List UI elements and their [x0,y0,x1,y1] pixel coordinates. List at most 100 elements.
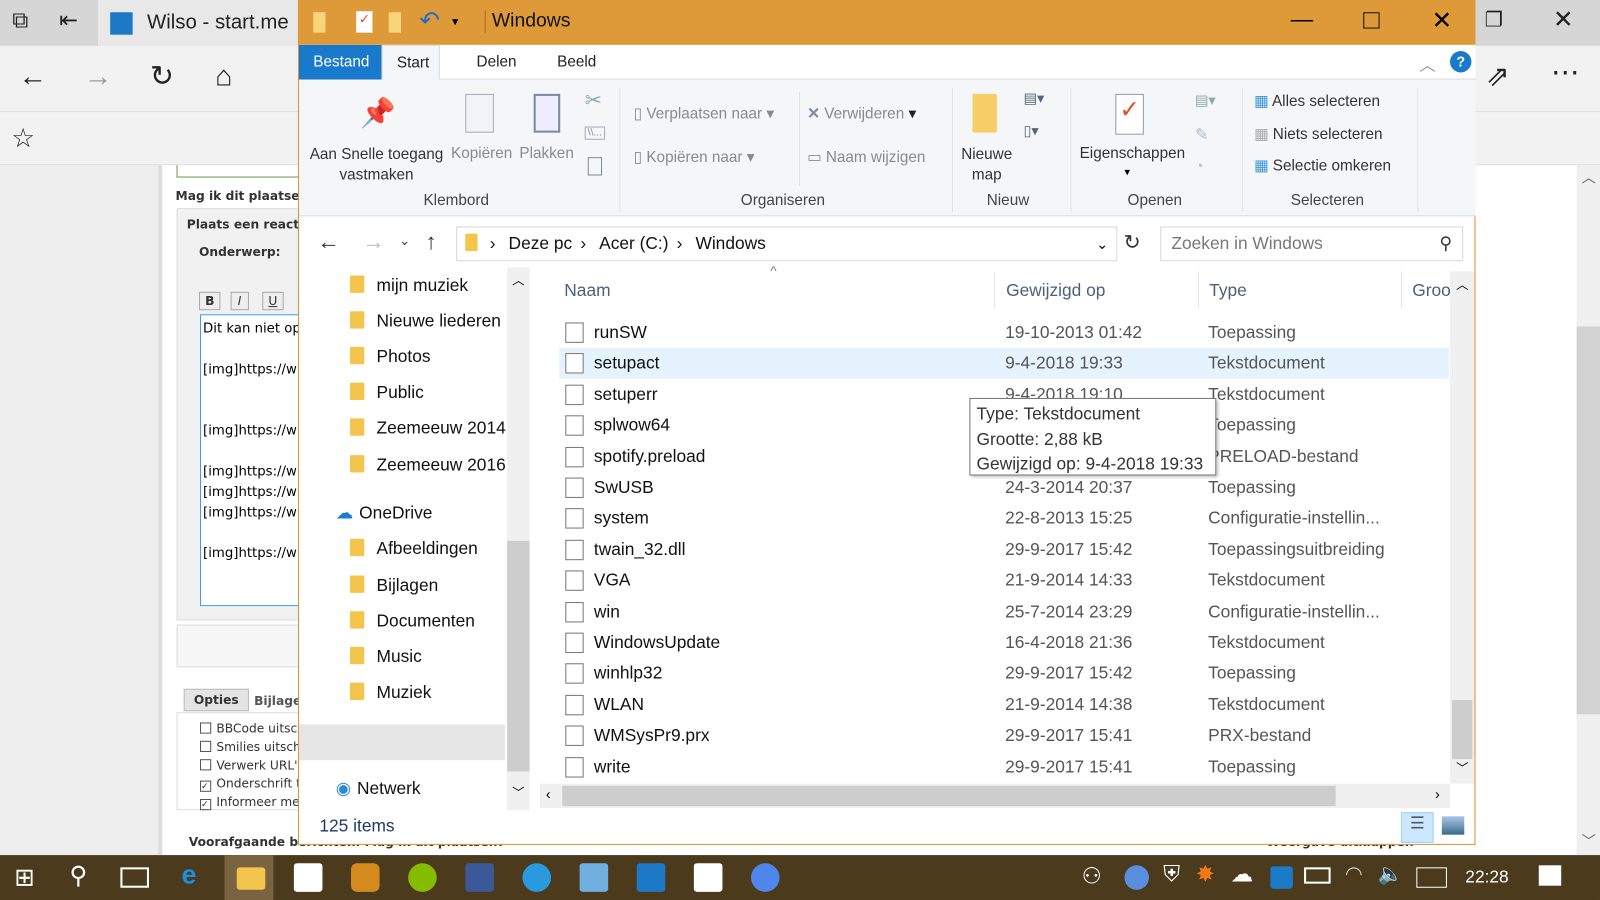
customize-qa-icon[interactable]: ▾ [452,14,458,28]
tab-view[interactable]: Beeld [543,45,611,80]
maximize-icon[interactable] [1363,12,1380,29]
address-dropdown-icon[interactable]: ⌄ [1096,228,1108,261]
bold-button[interactable]: B [198,291,221,311]
start-icon[interactable]: ⊞ [14,863,35,893]
file-row[interactable]: VGA 21-9-2014 14:33 Tekstdocument [559,565,1449,596]
large-icons-view-icon[interactable] [1441,816,1465,835]
favorite-star-icon[interactable]: ☆ [11,124,35,151]
back-icon[interactable]: ← [317,229,339,256]
edge-icon[interactable]: e [182,859,197,891]
browser-tab[interactable]: Wilso - start.me [97,0,298,46]
minimize-icon[interactable]: — [1291,6,1313,33]
help-icon[interactable]: ? [1449,51,1472,73]
start-me-icon[interactable] [636,863,666,892]
explorer-taskbar-button[interactable] [224,855,274,900]
nav-item[interactable]: mijn muziek [349,275,468,296]
more-icon[interactable]: ⋯ [1551,58,1580,87]
spotify-icon[interactable] [408,863,437,892]
touch-keyboard-icon[interactable] [1416,867,1447,888]
wifi-icon[interactable]: ◠ [1345,861,1363,887]
undo-icon[interactable]: ↶ [419,6,440,36]
new-folder-button[interactable]: Nieuwe map [960,145,1013,186]
clock[interactable]: 22:28 [1465,867,1508,887]
open-icon[interactable]: ▤▾ [1195,92,1216,109]
refresh-icon[interactable]: ↻ [150,62,174,91]
onedrive-icon[interactable]: ☁ [1231,861,1253,888]
properties-button[interactable]: Eigenschappen [1080,145,1186,162]
rename-button[interactable]: ▭ Naam wijzigen [807,148,925,166]
breadcrumb-windows[interactable]: Windows [695,234,765,253]
option-checkbox[interactable]: ✓ Informeer me [199,795,300,811]
task-view-icon[interactable] [120,867,149,888]
option-checkbox[interactable]: ✓ Onderschrift t [199,777,301,792]
breadcrumb-drive[interactable]: Acer (C:) [599,234,668,253]
chrome-canary-icon[interactable] [751,863,780,892]
search-input[interactable]: Zoeken in Windows ⚲ [1160,226,1464,262]
nav-item[interactable]: Photos [349,346,431,367]
properties-dropdown-icon[interactable]: ▾ [1124,165,1130,178]
nav-scrollbar[interactable]: ︿ ﹀ [507,267,530,811]
breadcrumb-this-pc[interactable]: Deze pc [509,234,573,253]
file-row[interactable]: write 29-9-2017 15:41 Toepassing [559,752,1449,783]
properties-qa-icon[interactable]: ✓ [356,11,373,33]
nav-item[interactable]: Zeemeeuw 2016 [349,455,506,475]
select-all-button[interactable]: ▦ Alles selecteren [1254,92,1380,110]
address-bar[interactable]: › Deze pc › Acer (C:) › Windows ⌄ [456,226,1118,262]
refresh-icon[interactable]: ↻ [1123,230,1140,256]
nav-item[interactable]: Zeemeeuw 2014 [349,418,506,438]
forward-icon[interactable]: → [84,62,113,91]
up-icon[interactable]: ↑ [426,229,437,256]
copy-to-button[interactable]: ▯ Kopiëren naar ▾ [634,148,755,166]
paste-button[interactable]: Plakken [519,145,573,162]
option-checkbox[interactable]: BBCode uitsch [199,721,305,736]
edit-icon[interactable]: ✎ [1195,124,1209,144]
nav-item[interactable]: Documenten [349,611,475,631]
nav-item[interactable]: Public [349,382,424,403]
tab-file[interactable]: Bestand [298,44,382,80]
forward-icon[interactable]: → [362,229,384,256]
search-icon[interactable]: ⚲ [69,861,87,891]
tab-home[interactable]: Start [381,44,440,81]
intel-icon[interactable] [1270,866,1293,889]
cut-icon[interactable]: ✂ [585,88,602,114]
nav-item[interactable]: ◉ Netwerk [336,779,421,799]
invert-selection-button[interactable]: ▦ Selectie omkeren [1254,156,1391,174]
people-icon[interactable]: ⚇ [1082,863,1102,890]
column-type[interactable]: Type [1209,281,1247,301]
nav-item[interactable]: Music [349,646,422,667]
close-icon[interactable]: ✕ [1553,8,1574,32]
nav-item[interactable]: Afbeeldingen [349,538,478,559]
tab-share[interactable]: Delen [462,45,531,80]
home-icon[interactable]: ⌂ [215,62,232,91]
close-icon[interactable]: ✕ [1432,6,1453,36]
defender-icon[interactable]: ⛨ [1163,861,1180,888]
facebook-icon[interactable] [465,863,494,892]
nav-item[interactable]: ☁ OneDrive [336,503,433,523]
mail-icon[interactable] [693,863,723,892]
column-size[interactable]: Groo [1412,281,1450,301]
app-bird-icon[interactable] [522,863,552,892]
paste-shortcut-icon[interactable] [587,157,603,176]
app-control-icon[interactable] [579,863,609,892]
file-row[interactable]: runSW 19-10-2013 01:42 Toepassing [559,317,1449,348]
recent-locations-icon[interactable]: ⌄ [399,233,410,249]
store-icon[interactable] [293,863,323,892]
copy-path-icon[interactable]: \\... [584,126,606,140]
column-modified[interactable]: Gewijzigd op [1006,281,1105,301]
file-list-scrollbar[interactable]: ︿ ﹀ [1449,271,1475,784]
nav-item[interactable]: Nieuwe liederen [349,311,501,331]
column-name[interactable]: Naam [564,281,610,301]
back-icon[interactable]: ← [18,62,47,91]
tab-options[interactable]: Opties [183,688,249,712]
file-row[interactable]: WindowsUpdate 16-4-2018 21:36 Tekstdocumen… [559,628,1449,659]
file-row[interactable]: WLAN 21-9-2014 14:38 Tekstdocument [559,690,1449,721]
select-none-button[interactable]: ▦ Niets selecteren [1254,124,1382,143]
file-row[interactable]: system 22-8-2013 15:25 Configuratie-instel… [559,503,1449,534]
easy-access-icon[interactable]: ▯▾ [1023,122,1038,139]
page-scrollbar[interactable]: ︿ ﹀ [1576,165,1600,856]
new-item-icon[interactable]: ▤▾ [1023,90,1044,107]
nav-item[interactable]: Bijlagen [349,575,438,596]
italic-button[interactable]: I [230,291,249,311]
collapse-ribbon-icon[interactable]: ︿ [1419,51,1435,75]
volume-icon[interactable]: 🔈 [1378,861,1403,887]
